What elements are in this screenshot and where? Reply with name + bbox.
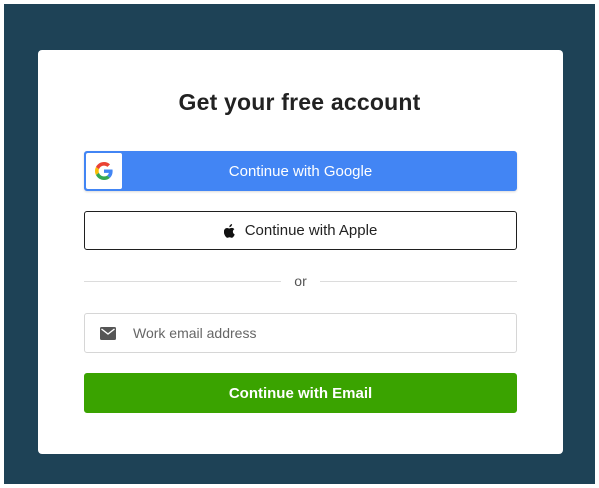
continue-with-email-button[interactable]: Continue with Email bbox=[84, 373, 517, 413]
google-button-label: Continue with Google bbox=[228, 162, 373, 180]
page-title: Get your free account bbox=[178, 89, 421, 115]
apple-logo-icon bbox=[223, 223, 236, 238]
continue-with-google-button[interactable]: Continue with Google bbox=[84, 151, 517, 191]
divider-line-right bbox=[319, 280, 518, 282]
divider-line-left bbox=[84, 280, 282, 282]
apple-button-label: Continue with Apple bbox=[244, 222, 378, 239]
mail-icon bbox=[100, 327, 116, 340]
email-input[interactable] bbox=[133, 314, 503, 352]
or-divider: or bbox=[84, 272, 518, 290]
email-button-label: Continue with Email bbox=[228, 384, 373, 402]
continue-with-apple-button[interactable]: Continue with Apple bbox=[84, 211, 517, 250]
email-field[interactable] bbox=[84, 313, 517, 353]
google-logo-icon bbox=[86, 153, 122, 189]
divider-or-text: or bbox=[294, 273, 307, 289]
